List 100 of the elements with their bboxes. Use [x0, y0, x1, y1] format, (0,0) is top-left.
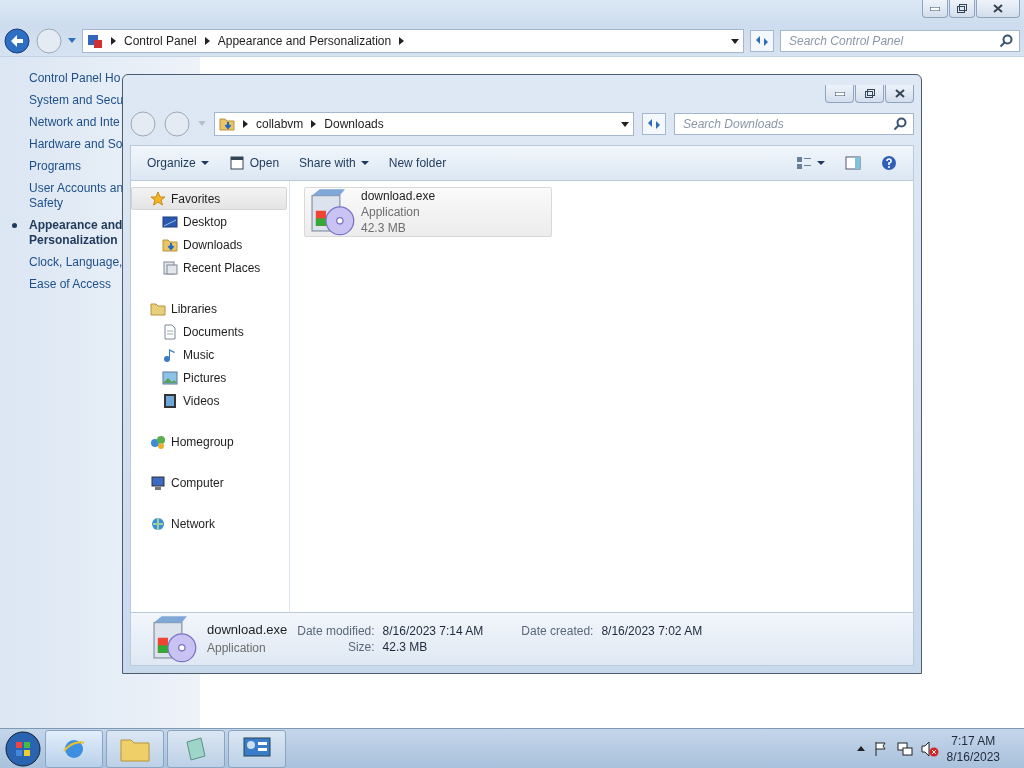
search-field[interactable]: Search Control Panel: [780, 30, 1020, 52]
restore-icon: [864, 89, 875, 98]
search-icon: [999, 34, 1013, 48]
close-button[interactable]: [976, 0, 1020, 18]
network-icon: [150, 515, 166, 532]
sidebar-link[interactable]: Appearance and Personalization: [29, 218, 123, 248]
music-note-icon: [162, 346, 178, 363]
nav-item[interactable]: Downloads: [131, 233, 287, 256]
toolbar-button[interactable]: Organize: [139, 152, 217, 174]
notepad-icon: [183, 735, 209, 762]
film-icon: [162, 392, 178, 409]
restore-icon: [957, 4, 967, 13]
dropdown-icon: [621, 121, 629, 127]
chevron-right-icon: [399, 37, 405, 45]
flag-icon[interactable]: [872, 740, 889, 757]
property-label: Date created:: [521, 624, 594, 638]
property-label: Date modified:: [297, 624, 375, 638]
caret-icon: [360, 161, 369, 165]
search-icon: [893, 117, 907, 131]
history-dropdown-icon[interactable]: [68, 38, 76, 44]
nav-item[interactable]: Recent Places: [131, 256, 287, 279]
bullet-icon: [12, 223, 17, 228]
file-type: Application: [207, 640, 267, 657]
network-icon[interactable]: [896, 740, 913, 757]
minimize-icon: [834, 91, 845, 96]
close-icon: [993, 4, 1003, 13]
sidebar-link[interactable]: Network and Inte: [29, 115, 120, 130]
chevron-right-icon: [111, 37, 116, 45]
refresh-button[interactable]: [750, 30, 774, 52]
breadcrumb-item[interactable]: Control Panel: [124, 34, 197, 48]
close-icon: [894, 89, 905, 98]
property-value: 8/16/2023 7:02 AM: [601, 624, 703, 638]
downloads-folder-icon: [219, 116, 235, 132]
close-button[interactable]: [885, 85, 914, 103]
nav-item[interactable]: Libraries: [131, 297, 287, 320]
file-tile[interactable]: download.exe Application 42.3 MB: [304, 187, 552, 237]
search-input[interactable]: Search Downloads: [681, 116, 878, 132]
start-button-icon[interactable]: [4, 729, 42, 768]
address-bar[interactable]: Control Panel Appearance and Personalization: [82, 29, 744, 53]
chevron-right-icon: [311, 120, 317, 128]
help-icon: [881, 155, 897, 171]
sidebar-link[interactable]: Control Panel Ho: [29, 71, 121, 86]
star-icon: [150, 190, 166, 207]
nav-item[interactable]: Network: [131, 512, 287, 535]
clock[interactable]: 7:17 AM 8/16/2023: [946, 732, 1000, 765]
downloads-folder-icon: [162, 236, 178, 253]
open-window-icon: [228, 155, 245, 171]
dropdown-icon: [731, 38, 739, 44]
toolbar-button[interactable]: Open: [220, 151, 288, 175]
nav-item[interactable]: Documents: [131, 320, 287, 343]
nav-item[interactable]: Pictures: [131, 366, 287, 389]
nav-item[interactable]: Favorites: [131, 187, 287, 210]
caret-icon: [200, 161, 209, 165]
toolbar-button[interactable]: Share with: [291, 152, 377, 174]
property-value: 42.3 MB: [382, 640, 429, 654]
nav-item[interactable]: Computer: [131, 471, 287, 494]
search-field[interactable]: Search Downloads: [674, 113, 914, 135]
search-input[interactable]: Search Control Panel: [787, 33, 984, 49]
back-button-icon[interactable]: [4, 28, 30, 54]
sidebar-link[interactable]: System and Secu: [29, 93, 124, 108]
file-name: download.exe: [361, 188, 436, 204]
breadcrumb-item[interactable]: Appearance and Personalization: [217, 34, 392, 48]
breadcrumb-item[interactable]: collabvm: [256, 117, 304, 131]
chevron-right-icon: [204, 37, 210, 45]
nav-item[interactable]: Desktop: [131, 210, 287, 233]
show-hidden-icons-icon[interactable]: [856, 746, 865, 751]
property-value: 8/16/2023 7:14 AM: [382, 624, 484, 638]
sidebar-link[interactable]: Clock, Language,: [29, 255, 123, 270]
refresh-button[interactable]: [642, 113, 666, 135]
file-type: Application: [361, 204, 421, 220]
sidebar-link[interactable]: Hardware and So: [29, 137, 123, 152]
speaker-muted-icon[interactable]: [920, 740, 939, 757]
homegroup-icon: [150, 433, 166, 450]
breadcrumb-item[interactable]: Downloads: [324, 117, 384, 131]
refresh-icon: [755, 35, 769, 47]
libraries-icon: [150, 300, 166, 317]
control-panel-taskbar-button[interactable]: [228, 729, 286, 768]
nav-item[interactable]: Homegroup: [131, 430, 287, 453]
sidebar-link[interactable]: Ease of Access: [29, 277, 112, 292]
computer-icon: [150, 474, 166, 491]
pane-icon: [845, 155, 861, 171]
file-name: download.exe: [207, 621, 288, 639]
sidebar-link[interactable]: Programs: [29, 159, 81, 174]
picture-icon: [162, 369, 178, 386]
property-label: Size:: [346, 640, 375, 654]
refresh-icon: [647, 118, 661, 130]
nav-item[interactable]: Videos: [131, 389, 287, 412]
recent-places-icon: [162, 259, 178, 276]
file-size: 42.3 MB: [361, 220, 407, 236]
control-panel-icon: [87, 33, 103, 49]
desktop-icon: [162, 213, 178, 230]
address-bar[interactable]: collabvm Downloads: [214, 112, 634, 136]
minimize-icon: [930, 6, 940, 11]
toolbar-button[interactable]: New folder: [380, 152, 455, 174]
restore-button[interactable]: [949, 0, 975, 18]
nav-item[interactable]: Music: [131, 343, 287, 366]
chevron-right-icon: [243, 120, 248, 128]
sidebar-link[interactable]: User Accounts an Safety: [29, 181, 124, 211]
document-icon: [162, 323, 178, 340]
restore-button[interactable]: [855, 85, 884, 103]
